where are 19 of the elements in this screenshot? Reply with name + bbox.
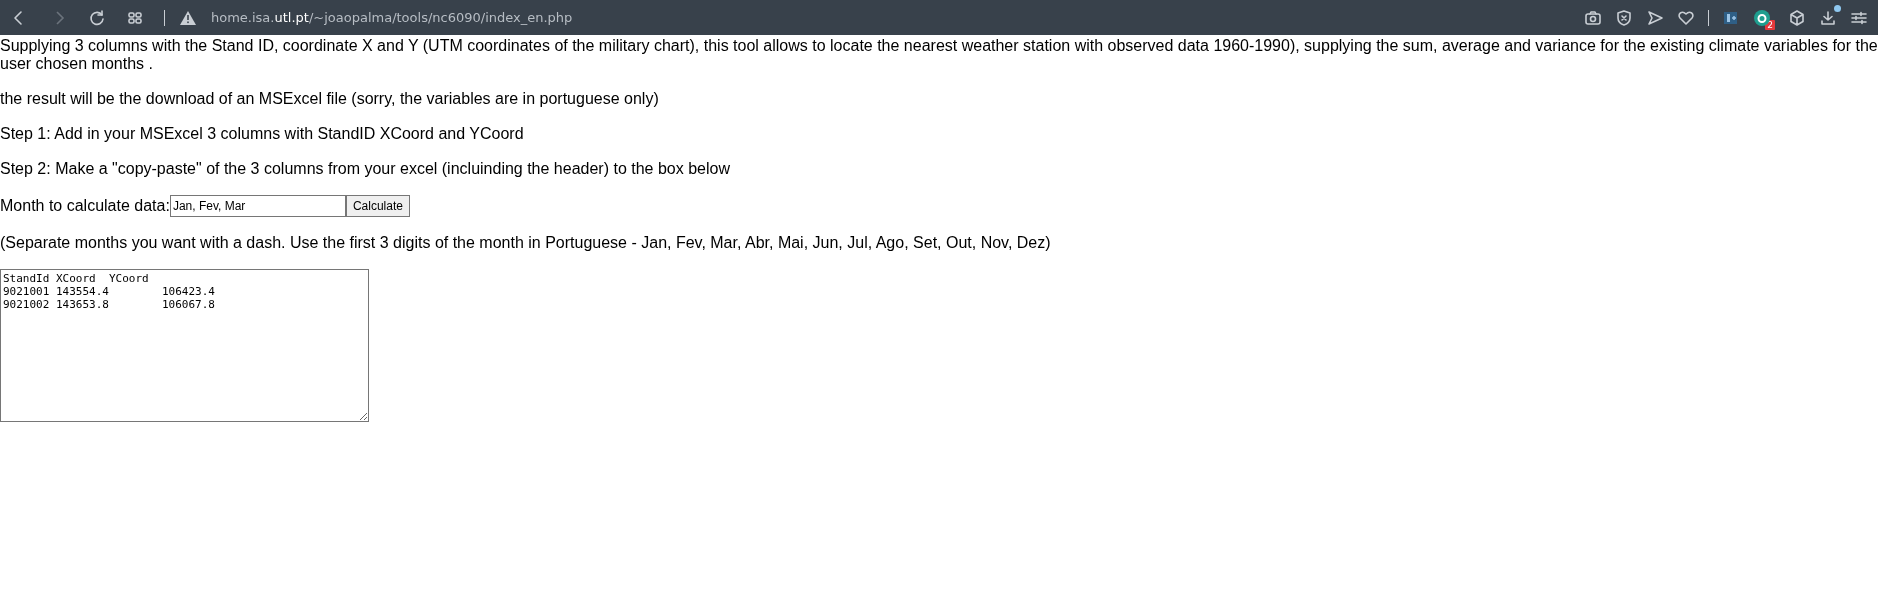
download-icon[interactable]: [1819, 8, 1837, 27]
extension-icon[interactable]: [1753, 8, 1772, 27]
send-icon[interactable]: [1646, 8, 1665, 27]
month-field[interactable]: Jan, Fev, Mar: [169, 195, 346, 217]
calculate-button[interactable]: Calculate: [345, 195, 410, 217]
notification-badge: 2: [1765, 19, 1775, 30]
instructions-text: (Separate months you want with a dash. Use the first 3 digits of the month in Portuguese - Jan, Fev, Mar, Abr, Mai, Jun, Jul, Ago, Set, Out, Nov, Dez): [0, 234, 1052, 252]
paragraph: Step 2: Make a "copy-paste" of the 3 columns from your excel (incluinding the header) to the box below: [0, 160, 731, 178]
paragraph: Step 1: Add in your MSExcel 3 columns with StandID XCoord and YCoord: [0, 125, 525, 143]
heart-icon[interactable]: [1677, 8, 1696, 27]
cube-icon[interactable]: [1788, 8, 1806, 27]
shield-close-icon[interactable]: [1615, 8, 1634, 27]
paragraph: the result will be the download of an MSExcel file (sorry, the variables are in portuguese only): [0, 90, 660, 108]
camera-icon[interactable]: [1584, 8, 1603, 27]
paragraph: Supplying 3 columns with the Stand ID, coordinate X and Y (UTM coordinates of the military chart), this tool allows to locate the nearest weather station with observed data 1960-1990), supplying the sum, average and variance for the existing climate variables for the user chosen months .: [0, 37, 1878, 73]
address-bar[interactable]: home.isa.utl.pt/~joaopalma/tools/nc6090/index_en.php: [211, 10, 573, 25]
reload-icon[interactable]: [88, 8, 106, 27]
month-label: Month to calculate data:: [0, 197, 170, 215]
data-textarea[interactable]: StandId XCoord YCoord 9021001 143554.4 106423.4 9021002 143653.8 106067.8: [0, 269, 369, 422]
